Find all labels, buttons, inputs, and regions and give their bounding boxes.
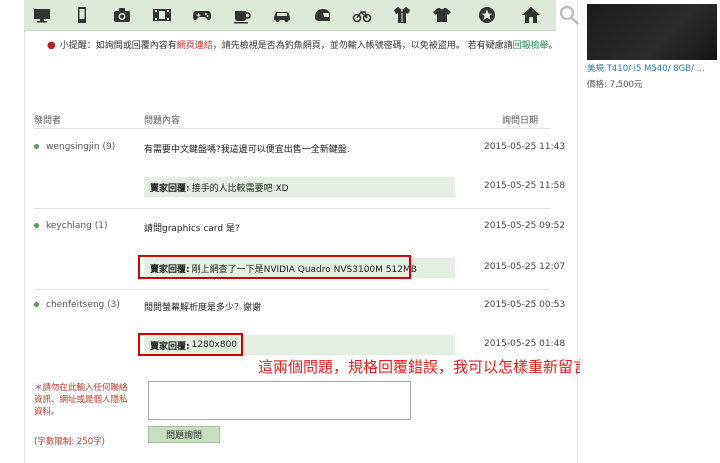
gamepad-icon[interactable] <box>191 5 213 25</box>
car-icon[interactable] <box>271 5 293 25</box>
star-icon[interactable] <box>476 5 498 25</box>
tip-text: 小提醒：如詢問或回覆內容有 <box>59 41 177 51</box>
product-title-link[interactable]: 美規 T410/ i5 M540/ 8GB/ ... <box>587 62 705 74</box>
reply-date: 2015-05-25 01:48 <box>484 339 566 349</box>
header-asker: 發問者 <box>34 116 62 126</box>
reply-text: 接手的人比較需要吧 XD <box>191 183 289 194</box>
asker-label[interactable]: wengsingjin (9) <box>46 142 115 152</box>
phone-icon[interactable] <box>71 5 93 25</box>
tip-text: ，請先檢視是否為釣魚網頁，並勿輸入帳號密碼，以免被盜用。 若有疑慮請 <box>212 41 513 51</box>
privacy-warning: ＊請勿在此輸入任何聯絡資訊、網址或是個人隱私資料。 <box>34 383 128 417</box>
question-date: 2015-05-25 11:43 <box>484 142 566 152</box>
tshirt-icon[interactable] <box>431 5 453 25</box>
header-content: 問題內容 <box>144 116 181 126</box>
search-icon[interactable] <box>558 4 580 26</box>
asker-label[interactable]: keychiang (1) <box>46 221 107 231</box>
question-text: 有需要中文鍵盤嗎?我這邊可以便宜出售一全新鍵盤. <box>144 145 350 155</box>
submit-question-button[interactable]: 問題詢問 <box>148 426 220 443</box>
shirt-icon[interactable] <box>391 5 413 25</box>
helmet-icon[interactable] <box>311 5 333 25</box>
question-text: 請問graphics card 是? <box>144 224 240 234</box>
dot-icon <box>34 302 39 307</box>
asker-name[interactable]: wengsingjin (9) <box>34 142 115 152</box>
monitor-icon[interactable] <box>31 5 53 25</box>
divider <box>34 128 550 129</box>
divider <box>34 208 550 209</box>
reminder-notice: ● 小提醒：如詢問或回覆內容有網頁連結，請先檢視是否為釣魚網頁，並勿輸入帳號密碼，… <box>47 38 558 51</box>
product-thumbnail[interactable] <box>587 4 717 60</box>
question-date: 2015-05-25 00:53 <box>484 300 566 310</box>
tip-text: 。 <box>548 41 558 51</box>
header-date: 詢問日期 <box>502 116 539 126</box>
camera-icon[interactable] <box>111 5 133 25</box>
highlight-box <box>138 255 411 279</box>
question-input[interactable] <box>148 381 411 420</box>
product-price: 價格: 7,500元 <box>587 80 643 90</box>
reply-date: 2015-05-25 11:58 <box>484 181 566 191</box>
home-icon[interactable] <box>520 5 542 25</box>
dot-icon <box>34 144 39 149</box>
bicycle-icon[interactable] <box>351 5 373 25</box>
web-link-text[interactable]: 網頁連結 <box>177 41 213 51</box>
seller-reply: 賣家回覆: 接手的人比較需要吧 XD <box>144 177 455 197</box>
question-text: 問問螢幕解析度是多少？謝謝 <box>144 303 262 313</box>
report-link[interactable]: 回報檢舉 <box>513 41 549 51</box>
film-icon[interactable] <box>151 5 173 25</box>
asker-name[interactable]: chenfeitseng (3) <box>34 300 120 310</box>
cup-icon[interactable] <box>231 5 253 25</box>
asker-name[interactable]: keychiang (1) <box>34 221 107 231</box>
char-limit-note: (字數限制: 250字) <box>34 437 105 447</box>
annotation-text: 這兩個問題，規格回覆錯誤，我可以怎樣重新留言？ <box>258 358 604 376</box>
dot-icon <box>34 223 39 228</box>
reply-prefix: 賣家回覆: <box>150 183 190 194</box>
bullet-icon: ● <box>47 40 56 51</box>
reply-date: 2015-05-25 12:07 <box>484 262 566 272</box>
highlight-box <box>138 333 243 356</box>
divider <box>34 289 550 290</box>
asker-label[interactable]: chenfeitseng (3) <box>46 300 120 310</box>
question-date: 2015-05-25 09:52 <box>484 221 566 231</box>
category-bar <box>24 0 556 31</box>
